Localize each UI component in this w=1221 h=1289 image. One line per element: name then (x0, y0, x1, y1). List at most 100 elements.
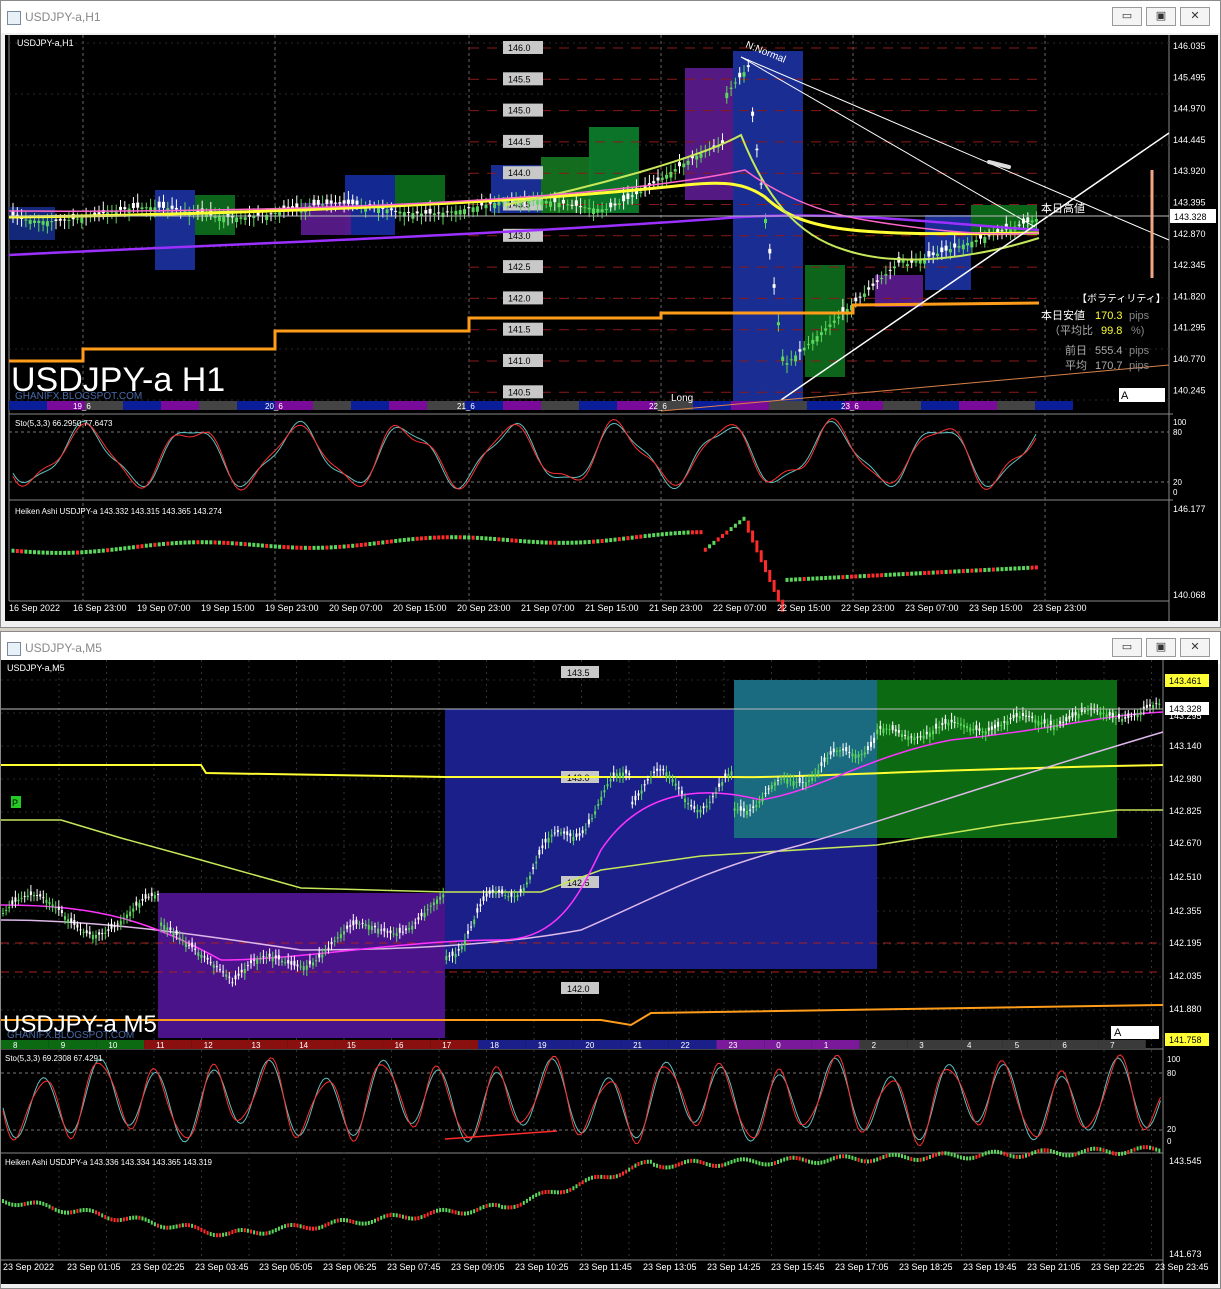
heiken-bar (970, 568, 974, 573)
chart-window-h1[interactable]: USDJPY-a,H1 ▭ ▣ ✕ 146.0 145.5 145.0 144.5 14… (0, 0, 1221, 628)
hour-label: 13 (252, 1041, 261, 1050)
heiken-bar (609, 538, 613, 543)
heiken-bar (1018, 1154, 1021, 1159)
hour-label: 11 (156, 1041, 165, 1050)
heiken-bar (712, 540, 716, 545)
candle-body (479, 904, 482, 907)
heiken-bar (668, 1165, 671, 1170)
candle-body (273, 213, 277, 215)
candle-body (1074, 711, 1077, 716)
session-strip (921, 401, 959, 410)
candle-body (910, 736, 913, 738)
heiken-bar (541, 1190, 544, 1195)
candle-body (239, 217, 243, 219)
candle-body (169, 927, 172, 930)
candle-body (209, 962, 212, 964)
heiken-bar (95, 1210, 97, 1215)
heiken-bar (64, 1210, 66, 1215)
heiken-bar (944, 569, 948, 574)
chart-canvas-m5[interactable]: 8 9 10 11 12 13 14 15 16 17 18 19 20 21 22 23 0 1 2 3 4 5 6 7 1… (1, 660, 1218, 1284)
hour-label: 1 (824, 1041, 829, 1050)
heiken-bar (475, 535, 479, 540)
candle-body (321, 954, 324, 958)
heiken-bar (215, 1233, 218, 1238)
candle-body (504, 894, 507, 896)
trendline-upper[interactable] (740, 56, 1170, 241)
heiken-bar (525, 1198, 528, 1203)
candle-body (963, 724, 965, 728)
heiken-bar (544, 540, 548, 545)
heiken-bar (703, 547, 707, 552)
heiken-bar (126, 1216, 128, 1221)
candle-body (725, 92, 729, 99)
minimize-button[interactable]: ▭ (1112, 638, 1142, 657)
heiken-bar (540, 540, 544, 545)
candle-body (488, 890, 491, 894)
time-axis-label: 23 Sep 02:25 (131, 1262, 185, 1272)
candle-body (656, 768, 659, 771)
candle-body (761, 797, 764, 802)
candle-body (33, 220, 36, 223)
candle-body (591, 818, 593, 820)
heiken-bar (23, 1202, 26, 1207)
candle-body (42, 897, 45, 899)
heiken-bar (123, 546, 127, 551)
candle-body (450, 211, 454, 213)
candle-body (1049, 720, 1052, 725)
heiken-bar (536, 540, 540, 545)
candle-body (1017, 224, 1021, 226)
candle-body (1068, 715, 1071, 720)
candle-body (415, 211, 419, 214)
chart-window-m5[interactable]: USDJPY-a,M5 ▭ ▣ ✕ 8 9 10 11 12 13 14 15 16 17 18 19… (0, 631, 1221, 1289)
candle-body (829, 751, 832, 755)
candle-body (1025, 715, 1027, 717)
heiken-bar (284, 1224, 287, 1229)
heiken-bar (305, 1225, 308, 1230)
heiken-bar (597, 1174, 600, 1179)
heiken-bar (931, 570, 935, 575)
close-button[interactable]: ✕ (1180, 638, 1210, 657)
heiken-bar (851, 1155, 854, 1160)
heiken-bar (873, 1158, 876, 1163)
heiken-bar (282, 545, 286, 550)
hour-strip-cell (144, 1040, 192, 1049)
heiken-bar (63, 550, 67, 555)
price-axis-label: 142.980 (1169, 774, 1202, 784)
candle-body (225, 974, 228, 977)
candle-body (377, 928, 380, 934)
candle-body (837, 316, 841, 319)
heiken-bar (682, 530, 686, 535)
close-button[interactable]: ✕ (1180, 7, 1210, 26)
minimize-button[interactable]: ▭ (1112, 7, 1142, 26)
candle-body (1021, 712, 1024, 717)
stoch-axis-label: 20 (1173, 478, 1182, 487)
heiken-bar (170, 541, 174, 546)
candle-body (649, 776, 652, 778)
heiken-bar (389, 1213, 392, 1218)
candle-body (569, 833, 572, 837)
hour-strip-cell (287, 1040, 335, 1049)
candle-body (26, 895, 29, 898)
chart-canvas-h1[interactable]: 146.0145.5145.0144.5144.0143.5143.0142.5… (5, 35, 1218, 621)
candle-body (110, 923, 113, 929)
chart-svg-h1[interactable]: 146.0145.5145.0144.5144.0143.5143.0142.5… (5, 35, 1218, 621)
heiken-bar (380, 1215, 383, 1220)
restore-button[interactable]: ▣ (1146, 7, 1176, 26)
chart-svg-m5[interactable]: 8 9 10 11 12 13 14 15 16 17 18 19 20 21 22 23 0 1 2 3 4 5 6 7 1… (1, 660, 1218, 1284)
heiken-bar (273, 544, 277, 549)
restore-button[interactable]: ▣ (1146, 638, 1176, 657)
heiken-bar (342, 544, 346, 549)
window-titlebar[interactable]: USDJPY-a,H1 ▭ ▣ ✕ (1, 1, 1220, 33)
candle-body (325, 199, 329, 204)
heiken-bar (928, 1155, 931, 1160)
heiken-bar (699, 1160, 702, 1165)
heiken-bar (828, 575, 832, 580)
candle-body (592, 208, 595, 215)
stoch-axis-label: 0 (1167, 1137, 1172, 1146)
candle-body (746, 65, 750, 68)
candle-body (997, 721, 1000, 727)
candle-body (944, 718, 947, 724)
candle-body (609, 779, 612, 782)
hour-label: 14 (299, 1041, 308, 1050)
candle-body (324, 951, 327, 953)
